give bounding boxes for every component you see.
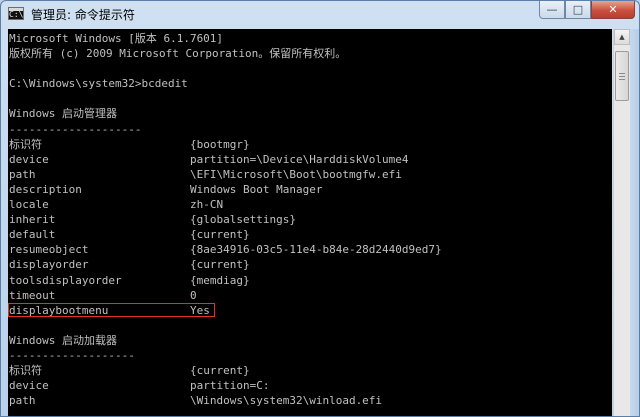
bcd-property-name: displayorder (9, 258, 89, 272)
bcd-property-name: timeout (9, 288, 56, 302)
console-line: default {current} (9, 227, 609, 242)
console-line: Windows 启动加载器 (9, 333, 117, 347)
vertical-scrollbar[interactable]: ▲ (613, 29, 630, 416)
console-output[interactable]: Microsoft Windows [版本 6.1.7601] 版权所有 (c) … (8, 29, 612, 416)
bcd-property-name: device (9, 379, 49, 393)
console-line: 版权所有 (c) 2009 Microsoft Corporation。保留所有… (9, 47, 347, 61)
bcd-property-name: 标识符 (9, 137, 42, 151)
bcd-property-name: path (9, 167, 36, 181)
console-lines: Microsoft Windows [版本 6.1.7601] 版权所有 (c) … (8, 31, 609, 408)
bcd-property-value: {bootmgr} (190, 137, 250, 151)
console-line: locale zh-CN (9, 197, 609, 212)
console-line: 标识符 {bootmgr} (9, 137, 609, 152)
bcd-property-value: {8ae34916-03c5-11e4-b84e-28d2440d9ed7} (190, 243, 442, 257)
bcd-property-value: zh-CN (190, 198, 224, 212)
console-line: device partition=C: (9, 378, 609, 393)
bcd-property-value: {current} (190, 258, 250, 272)
bcd-property-value: partition=\Device\HarddiskVolume4 (190, 152, 409, 166)
console-line: toolsdisplayorder {memdiag} (9, 273, 609, 288)
console-line: C:\Windows\system32>bcdedit (9, 77, 188, 91)
thumb-grip-line (619, 79, 625, 80)
window-border-right (630, 29, 639, 416)
thumb-grip-line (619, 76, 625, 77)
bcd-property-value: {memdiag} (190, 273, 250, 287)
console-line: description Windows Boot Manager (9, 182, 609, 197)
bcd-property-value: Windows Boot Manager (190, 182, 323, 196)
console-line: resumeobject {8ae34916-03c5-11e4-b84e-28d… (9, 242, 609, 257)
console-line: inherit {globalsettings} (9, 212, 609, 227)
bcd-property-value: {current} (190, 228, 250, 242)
bcd-property-value: 0 (190, 288, 197, 302)
bcd-property-name: description (9, 182, 82, 196)
window-controls: — □ ✕ (539, 1, 635, 21)
console-line: device partition=\Device\HarddiskVolume4 (9, 152, 609, 167)
bcd-property-value: \EFI\Microsoft\Boot\bootmgfw.efi (190, 167, 402, 181)
command-prompt-icon[interactable]: C:\ (8, 7, 24, 20)
bcd-property-name: displaybootmenu (9, 303, 109, 317)
bcd-property-name: default (9, 228, 56, 242)
bcd-property-value: partition=C: (190, 379, 270, 393)
console-line: timeout 0 (9, 288, 609, 303)
bcd-property-value: {globalsettings} (190, 213, 296, 227)
scroll-up-arrow-icon[interactable]: ▲ (614, 29, 630, 45)
command-prompt-window: C:\ 管理员: 命令提示符 — □ ✕ Microsoft Windows [… (0, 0, 640, 417)
maximize-button[interactable]: □ (565, 1, 591, 19)
console-line: path \EFI\Microsoft\Boot\bootmgfw.efi (9, 167, 609, 182)
bcd-property-name: device (9, 152, 49, 166)
bcd-property-name: path (9, 394, 36, 408)
title-bar[interactable]: C:\ 管理员: 命令提示符 — □ ✕ (1, 1, 639, 29)
minimize-button[interactable]: — (539, 1, 565, 19)
console-line: Windows 启动管理器 (9, 107, 117, 121)
bcd-property-value: \Windows\system32\winload.efi (190, 394, 383, 408)
close-button[interactable]: ✕ (591, 1, 635, 19)
console-line: path \Windows\system32\winload.efi (9, 393, 609, 408)
scroll-thumb[interactable] (615, 51, 629, 101)
bcd-property-name: 标识符 (9, 364, 42, 378)
bcd-property-value: {current} (190, 364, 250, 378)
bcd-property-name: inherit (9, 213, 56, 227)
bcd-property-name: resumeobject (9, 243, 89, 257)
console-line: displayorder {current} (9, 257, 609, 272)
console-line-highlighted: displaybootmenu Yes (8, 302, 609, 318)
window-title: 管理员: 命令提示符 (31, 8, 135, 22)
console-line: Microsoft Windows [版本 6.1.7601] (9, 32, 224, 45)
bcd-property-name: locale (9, 198, 49, 212)
console-line: 标识符 {current} (9, 363, 609, 378)
bcd-property-value: Yes (190, 303, 210, 317)
console-line: ------------------- (9, 348, 135, 362)
console-line: -------------------- (9, 122, 142, 136)
thumb-grip-line (619, 73, 625, 74)
bcd-property-name: toolsdisplayorder (9, 273, 122, 287)
